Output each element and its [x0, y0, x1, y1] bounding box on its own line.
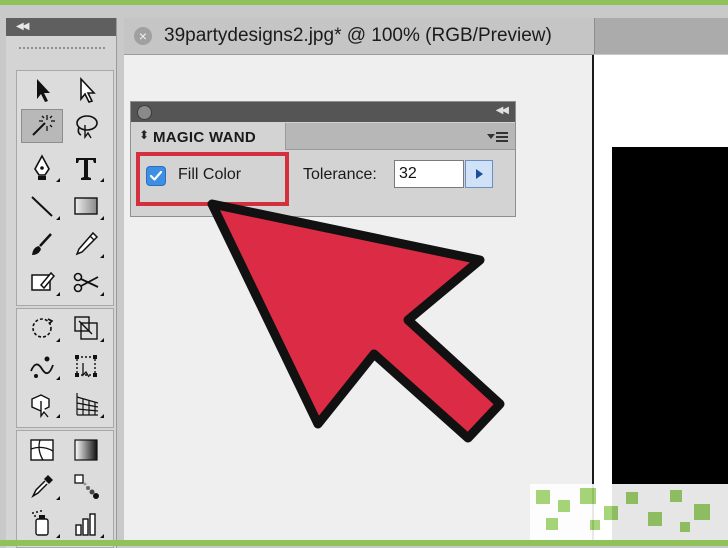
panel-title: MAGIC WAND	[153, 129, 256, 146]
close-document-icon[interactable]: ×	[134, 27, 152, 45]
type-tool-icon	[76, 158, 96, 180]
rectangle-tool[interactable]	[65, 189, 107, 223]
tolerance-label: Tolerance:	[303, 166, 377, 183]
tool-group-transform	[16, 308, 114, 428]
lasso-tool[interactable]	[65, 109, 107, 143]
gradient-tool-icon	[74, 439, 98, 461]
rectangle-tool-icon	[74, 197, 98, 215]
selection-tool-icon	[37, 79, 50, 102]
more-tools-indicator	[100, 292, 104, 296]
panel-titlebar[interactable]: ◀◀	[131, 102, 515, 122]
blend-tool[interactable]	[65, 469, 107, 503]
tab-magic-wand[interactable]: ⬍ MAGIC WAND	[131, 123, 286, 150]
column-graph-tool-icon	[75, 513, 96, 536]
watermark	[530, 484, 728, 540]
free-transform-tool-icon	[75, 355, 97, 378]
scissors-tool[interactable]	[65, 265, 107, 299]
more-tools-indicator	[100, 338, 104, 342]
magic-wand-tool[interactable]	[21, 109, 63, 143]
frame-bottom	[0, 540, 728, 546]
more-tools-indicator	[100, 254, 104, 258]
pen-tool-icon	[34, 154, 50, 180]
panel-collapse-icon[interactable]: ◀◀	[496, 105, 509, 116]
blend-tool-icon	[74, 474, 99, 499]
more-tools-indicator	[56, 216, 60, 220]
panel-tab-row: ⬍ MAGIC WAND	[131, 123, 515, 150]
gradient-tool[interactable]	[65, 433, 107, 467]
more-tools-indicator	[100, 216, 104, 220]
eyedropper-tool[interactable]	[21, 469, 63, 503]
shape-builder-tool-icon	[31, 394, 50, 419]
more-tools-indicator	[56, 496, 60, 500]
tool-group-selection	[16, 70, 114, 306]
more-tools-indicator	[56, 338, 60, 342]
free-transform-tool[interactable]	[65, 349, 107, 383]
column-graph-tool[interactable]	[65, 507, 107, 541]
direct-selection-tool[interactable]	[65, 73, 107, 107]
more-tools-indicator	[56, 292, 60, 296]
perspective-grid-tool-icon	[76, 393, 99, 416]
more-tools-indicator	[100, 414, 104, 418]
magic-wand-tool-icon	[32, 115, 55, 136]
perspective-grid-tool[interactable]	[65, 387, 107, 421]
paintbrush-tool-icon	[32, 233, 52, 255]
selection-tool[interactable]	[21, 73, 63, 107]
artwork-black-shape[interactable]	[612, 147, 728, 540]
frame-top	[0, 0, 728, 5]
rotate-tool[interactable]	[21, 311, 63, 345]
warp-tool-icon	[30, 356, 54, 378]
scale-tool[interactable]	[65, 311, 107, 345]
mesh-tool[interactable]	[21, 433, 63, 467]
tool-group-paint	[16, 430, 114, 548]
paintbrush-tool[interactable]	[21, 227, 63, 261]
mesh-tool-icon	[30, 439, 54, 461]
more-tools-indicator	[56, 534, 60, 538]
tools-panel-header[interactable]: ◀◀	[6, 18, 116, 36]
more-tools-indicator	[100, 534, 104, 538]
warp-tool[interactable]	[21, 349, 63, 383]
symbol-sprayer-tool[interactable]	[21, 507, 63, 541]
rotate-tool-icon	[32, 318, 54, 338]
eraser-tool[interactable]	[21, 265, 63, 299]
eyedropper-tool-icon	[31, 475, 53, 498]
line-segment-tool-icon	[31, 196, 53, 217]
scissors-tool-icon	[73, 272, 99, 293]
scale-tool-icon	[74, 316, 98, 340]
symbol-sprayer-tool-icon	[32, 510, 49, 536]
more-tools-indicator	[100, 178, 104, 182]
tab-bar-empty	[594, 18, 728, 54]
more-tools-indicator	[56, 376, 60, 380]
fill-color-highlight-box	[136, 152, 289, 206]
tolerance-input[interactable]	[394, 160, 464, 188]
tools-panel-grip[interactable]	[18, 46, 106, 50]
eraser-tool-icon	[31, 271, 56, 291]
play-icon	[476, 169, 483, 179]
panel-options-toggle-icon[interactable]: ⬍	[139, 128, 149, 142]
more-tools-indicator	[56, 414, 60, 418]
pencil-tool-icon	[75, 231, 99, 256]
line-segment-tool[interactable]	[21, 189, 63, 223]
panel-close-icon[interactable]	[137, 105, 152, 120]
collapse-icon[interactable]: ◀◀	[16, 21, 29, 32]
document-tab[interactable]: × 39partydesigns2.jpg* @ 100% (RGB/Previ…	[124, 18, 594, 55]
document-title: 39partydesigns2.jpg* @ 100% (RGB/Preview…	[164, 25, 552, 46]
direct-selection-tool-icon	[80, 76, 96, 103]
tolerance-slider-button[interactable]	[465, 160, 493, 188]
panel-menu-icon[interactable]	[487, 130, 509, 144]
pencil-tool[interactable]	[65, 227, 107, 261]
more-tools-indicator	[56, 178, 60, 182]
shape-builder-tool[interactable]	[21, 387, 63, 421]
lasso-tool-icon	[76, 115, 98, 140]
type-tool[interactable]	[65, 151, 107, 185]
pen-tool[interactable]	[21, 151, 63, 185]
